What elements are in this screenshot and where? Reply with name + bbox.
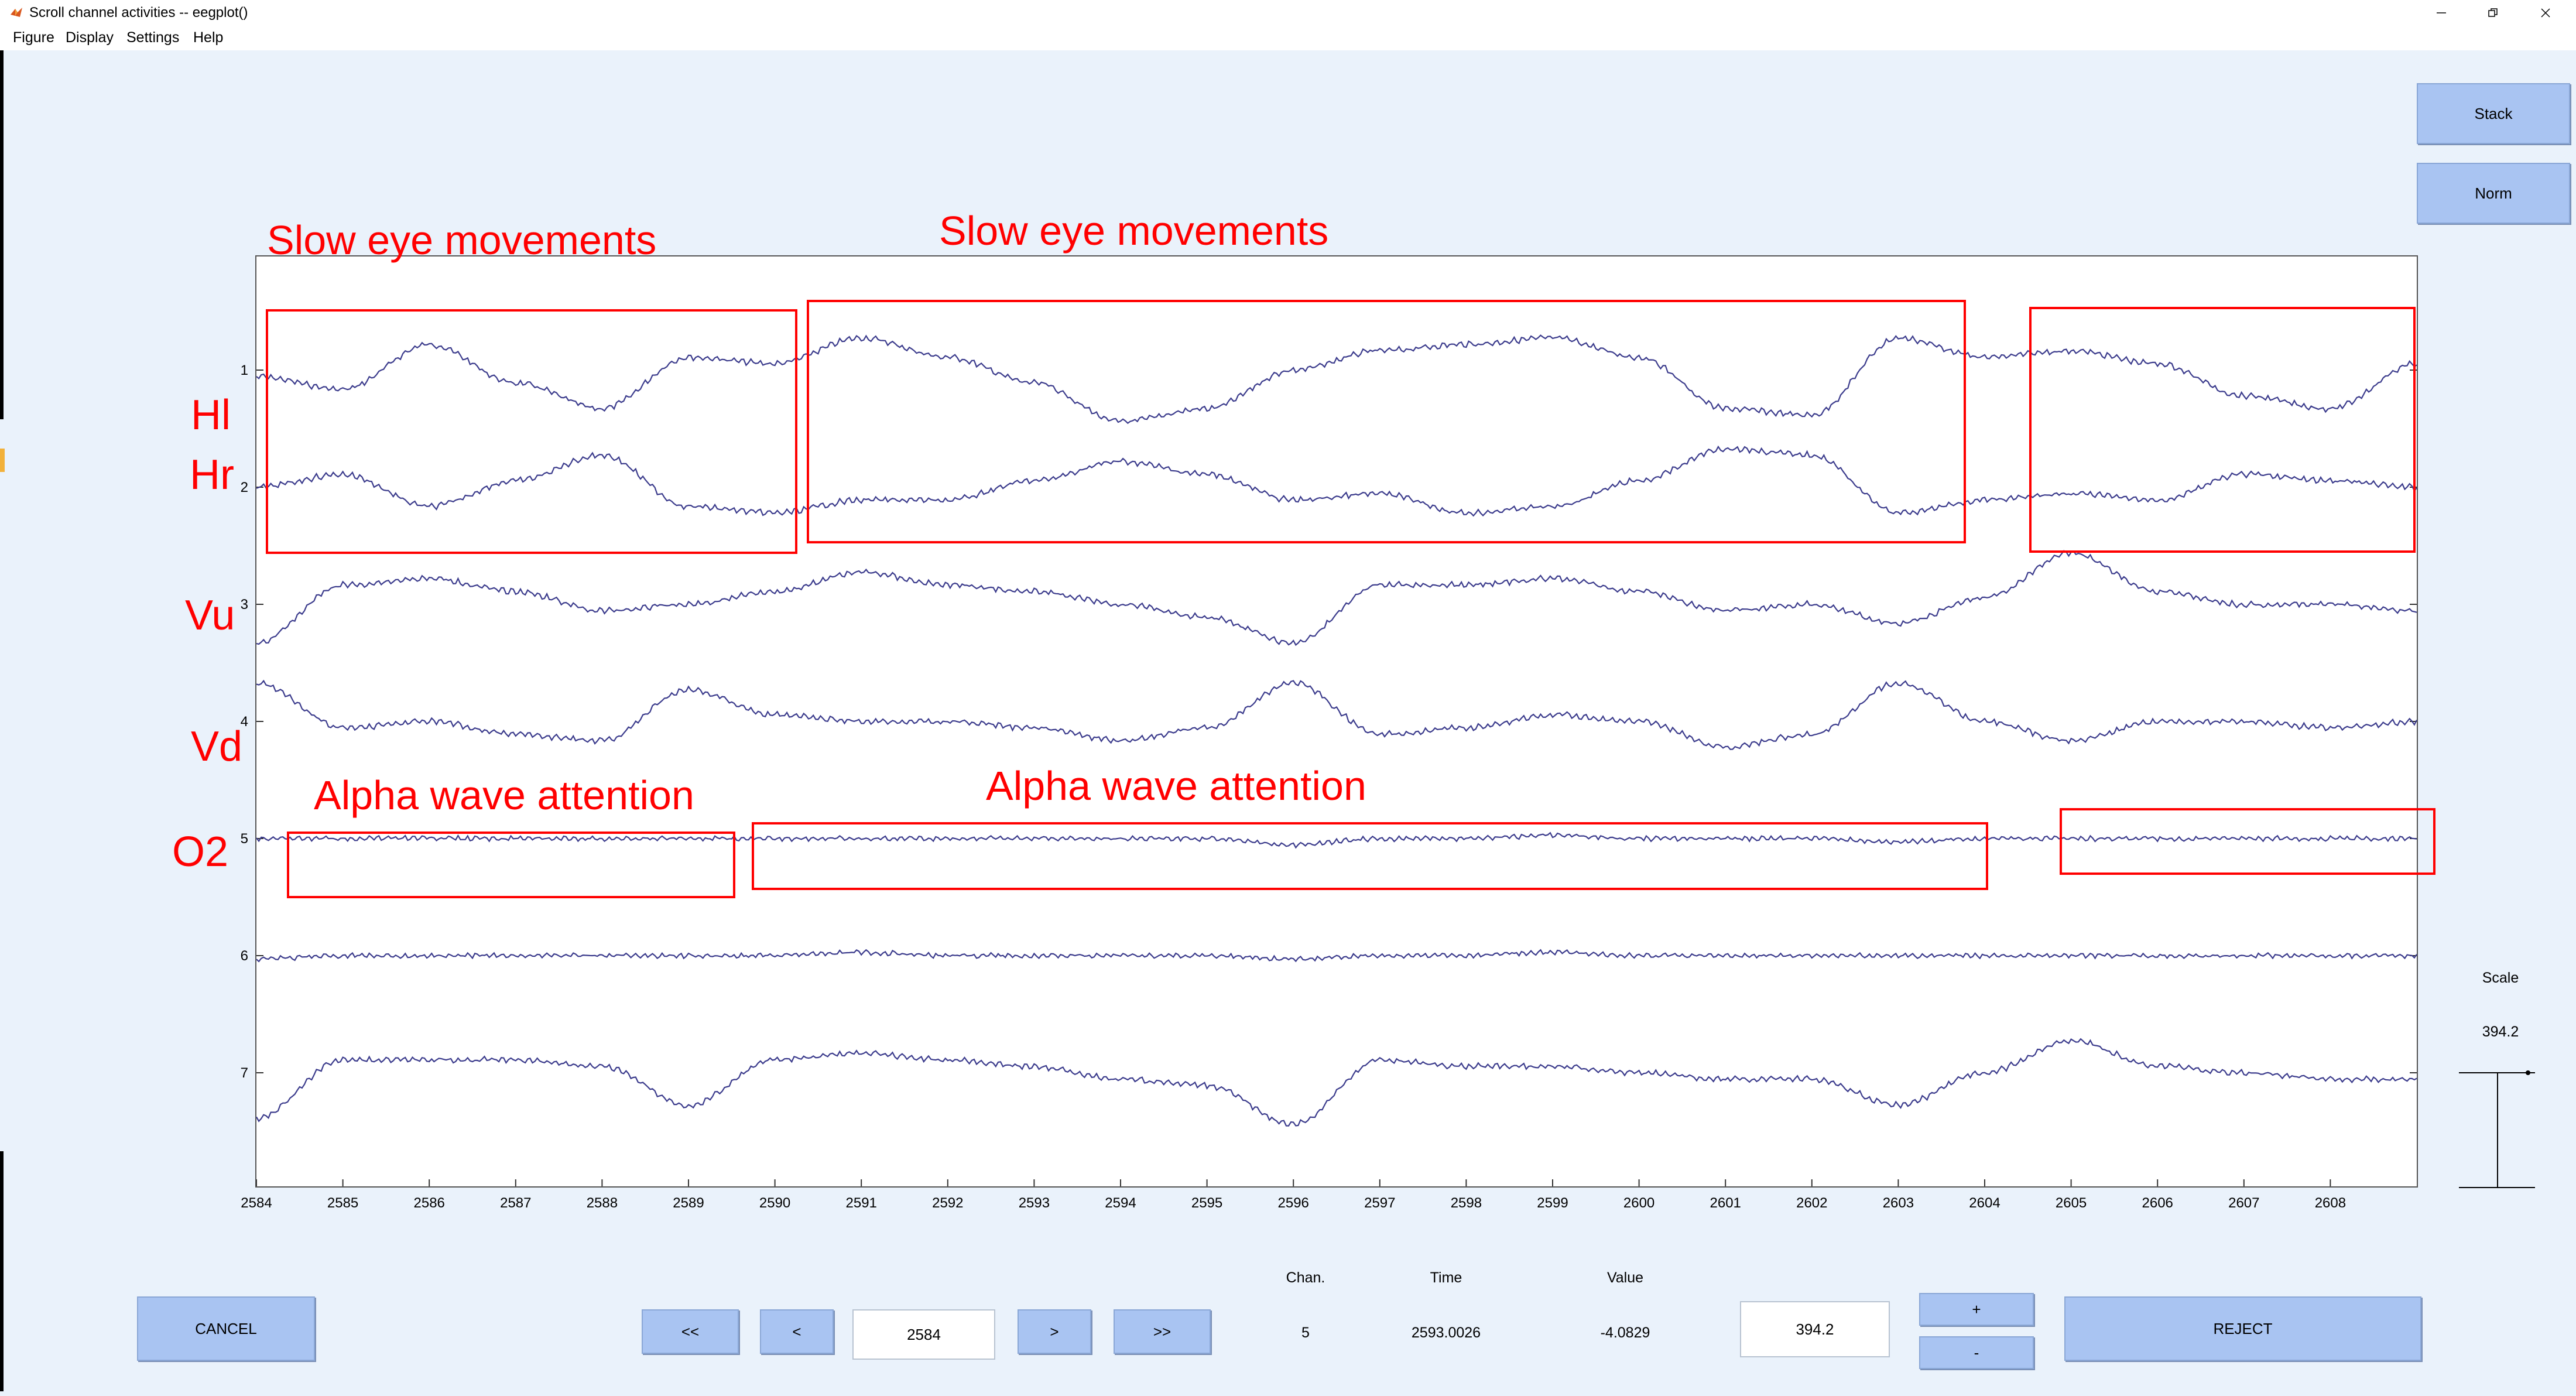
next-button[interactable]: > (1018, 1309, 1091, 1354)
scale-up-button[interactable]: + (1919, 1293, 2034, 1326)
close-icon (2541, 8, 2550, 18)
menu-settings[interactable]: Settings (126, 29, 179, 46)
restore-button[interactable] (2475, 2, 2510, 23)
prev-page-button[interactable]: << (642, 1309, 739, 1354)
annotation-alpha-2: Alpha wave attention (986, 763, 1366, 809)
channel-label-vu: Vu (185, 592, 235, 639)
next-page-button[interactable]: >> (1114, 1309, 1211, 1354)
scale-value: 394.2 (2482, 1024, 2519, 1040)
eeg-plot-area[interactable] (255, 255, 2418, 1188)
scale-input[interactable]: 394.2 (1740, 1301, 1890, 1357)
minimize-icon (2437, 12, 2446, 13)
norm-button[interactable]: Norm (2417, 163, 2570, 224)
scale-down-button[interactable]: - (1919, 1336, 2034, 1369)
channel-label-vd: Vd (191, 723, 243, 770)
value-readout: -4.0829 (1600, 1325, 1650, 1341)
menu-display[interactable]: Display (66, 29, 114, 46)
cancel-button[interactable]: CANCEL (137, 1296, 315, 1361)
channel-label-o2: O2 (172, 829, 229, 875)
matlab-app-icon (11, 8, 22, 17)
close-button[interactable] (2528, 2, 2563, 23)
annotation-slow-eye-1: Slow eye movements (267, 217, 657, 263)
menu-bar: Figure Display Settings Help (0, 26, 2576, 50)
time-readout: 2593.0026 (1411, 1325, 1481, 1341)
annotation-slow-eye-2: Slow eye movements (939, 208, 1329, 254)
menu-help[interactable]: Help (193, 29, 223, 46)
reject-button[interactable]: REJECT (2064, 1296, 2421, 1361)
restore-icon (2488, 8, 2498, 17)
chan-readout: 5 (1301, 1325, 1310, 1341)
window-titlebar: Scroll channel activities -- eegplot() (0, 0, 2576, 26)
left-window-edge (0, 50, 7, 1396)
time-start-input[interactable]: 2584 (852, 1309, 995, 1360)
menu-figure[interactable]: Figure (13, 29, 54, 46)
channel-label-hl: Hl (191, 392, 231, 439)
stack-button[interactable]: Stack (2417, 83, 2570, 144)
time-label: Time (1430, 1270, 1462, 1286)
minimize-button[interactable] (2424, 2, 2459, 23)
window-title: Scroll channel activities -- eegplot() (29, 5, 248, 20)
chan-label: Chan. (1286, 1270, 1325, 1286)
scale-label: Scale (2482, 970, 2519, 986)
prev-button[interactable]: < (760, 1309, 834, 1354)
channel-label-hr: Hr (190, 451, 234, 498)
annotation-alpha-1: Alpha wave attention (314, 772, 694, 818)
value-label: Value (1606, 1270, 1644, 1286)
